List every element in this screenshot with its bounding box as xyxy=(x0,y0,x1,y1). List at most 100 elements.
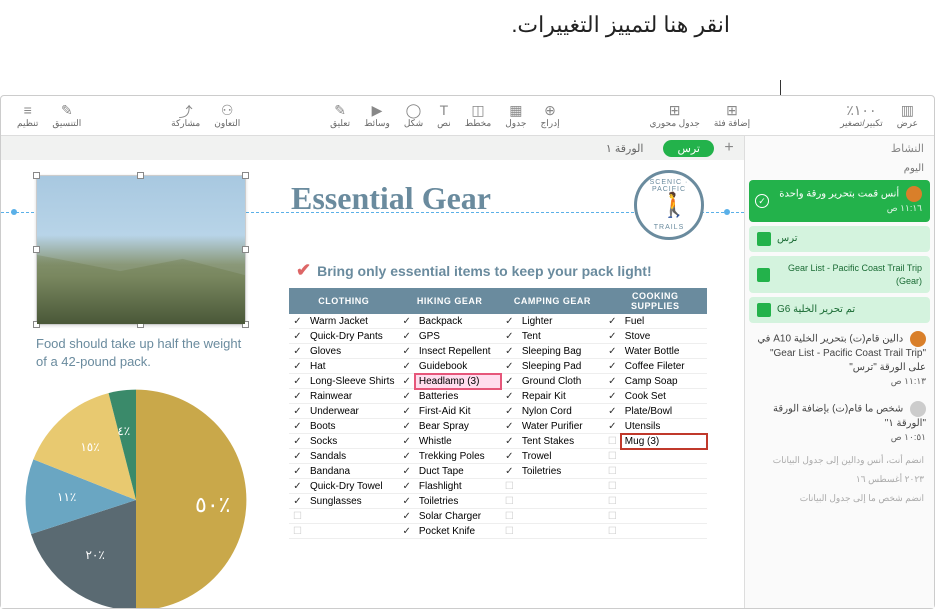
checkbox-cell[interactable]: ✓ xyxy=(501,434,518,449)
checkbox-cell[interactable]: ✓ xyxy=(398,359,414,374)
checkbox-cell[interactable]: ☐ xyxy=(604,494,621,509)
item-cell[interactable]: Plate/Bowl xyxy=(621,404,707,419)
item-cell[interactable]: Cook Set xyxy=(621,389,707,404)
activity-sheet-link[interactable]: ترس ‹ xyxy=(749,226,930,252)
item-cell[interactable]: Quick-Dry Towel xyxy=(306,479,399,494)
table-button[interactable]: ▦جدول xyxy=(499,102,532,129)
selection-handle[interactable] xyxy=(33,172,40,179)
checkbox-cell[interactable]: ✓ xyxy=(289,464,306,479)
checkbox-cell[interactable]: ☐ xyxy=(289,509,306,524)
checkbox-cell[interactable]: ✓ xyxy=(398,434,414,449)
text-button[interactable]: Tنص xyxy=(431,102,457,129)
item-cell[interactable]: Gloves xyxy=(306,344,399,359)
selection-handle[interactable] xyxy=(137,321,144,328)
gear-table[interactable]: CLOTHINGHIKING GEARCAMPING GEARCOOKING S… xyxy=(289,288,707,539)
checkbox-cell[interactable]: ✓ xyxy=(501,359,518,374)
item-cell[interactable]: Mug (3) xyxy=(621,434,707,449)
checkbox-cell[interactable]: ✓ xyxy=(398,419,414,434)
item-cell[interactable]: Sunglasses xyxy=(306,494,399,509)
item-cell[interactable]: Whistle xyxy=(415,434,501,449)
item-cell[interactable]: Coffee Fileter xyxy=(621,359,707,374)
add-category-button[interactable]: ⊞إضافة فئة xyxy=(708,102,756,129)
item-cell[interactable]: Sandals xyxy=(306,449,399,464)
item-cell[interactable]: Boots xyxy=(306,419,399,434)
item-cell[interactable]: Tent Stakes xyxy=(518,434,604,449)
checkbox-cell[interactable]: ✓ xyxy=(398,404,414,419)
item-cell[interactable] xyxy=(518,479,604,494)
hero-image[interactable] xyxy=(36,175,246,325)
checkbox-cell[interactable]: ✓ xyxy=(289,359,306,374)
item-cell[interactable]: Duct Tape xyxy=(415,464,501,479)
checkbox-cell[interactable]: ☐ xyxy=(604,464,621,479)
item-cell[interactable]: Bear Spray xyxy=(415,419,501,434)
selection-handle[interactable] xyxy=(242,321,249,328)
checkbox-cell[interactable]: ✓ xyxy=(604,389,621,404)
activity-item[interactable]: شخص ما قام(ت) بإضافة الورقة "الورقة ١" ١… xyxy=(745,395,934,451)
checkbox-cell[interactable]: ✓ xyxy=(604,419,621,434)
item-cell[interactable] xyxy=(306,524,399,539)
item-cell[interactable]: Quick-Dry Pants xyxy=(306,329,399,344)
item-cell[interactable]: Stove xyxy=(621,329,707,344)
item-cell[interactable]: Headlamp (3) xyxy=(415,374,501,389)
item-cell[interactable]: Bandana xyxy=(306,464,399,479)
checkbox-cell[interactable]: ☐ xyxy=(501,524,518,539)
item-cell[interactable]: First-Aid Kit xyxy=(415,404,501,419)
checkbox-cell[interactable]: ✓ xyxy=(604,404,621,419)
checkbox-cell[interactable]: ✓ xyxy=(501,419,518,434)
checkbox-cell[interactable]: ☐ xyxy=(501,509,518,524)
checkbox-cell[interactable]: ✓ xyxy=(398,449,414,464)
checkbox-cell[interactable]: ✓ xyxy=(398,329,414,344)
item-cell[interactable]: Pocket Knife xyxy=(415,524,501,539)
item-cell[interactable]: Trekking Poles xyxy=(415,449,501,464)
checkbox-cell[interactable]: ✓ xyxy=(289,389,306,404)
checkbox-cell[interactable]: ✓ xyxy=(398,389,414,404)
selection-handle[interactable] xyxy=(33,321,40,328)
checkbox-cell[interactable]: ✓ xyxy=(398,464,414,479)
activity-item-current[interactable]: أنس قمت بتحرير ورقة واحدة ١١:١٦ ص ✓ xyxy=(749,180,930,222)
item-cell[interactable] xyxy=(306,509,399,524)
checkbox-cell[interactable]: ✓ xyxy=(289,329,306,344)
item-cell[interactable] xyxy=(621,494,707,509)
checkbox-cell[interactable]: ✓ xyxy=(289,494,306,509)
item-cell[interactable] xyxy=(621,509,707,524)
item-cell[interactable]: Rainwear xyxy=(306,389,399,404)
item-cell[interactable]: Sleeping Pad xyxy=(518,359,604,374)
zoom-button[interactable]: ١٠٠٪تكبير/تصغير xyxy=(834,102,889,129)
checkbox-cell[interactable]: ✓ xyxy=(289,449,306,464)
media-button[interactable]: ▶وسائط xyxy=(358,102,396,129)
checkbox-cell[interactable]: ✓ xyxy=(604,329,621,344)
shape-button[interactable]: ◯شكل xyxy=(398,102,429,129)
sheet-tab[interactable]: الورقة ١ xyxy=(592,140,658,157)
item-cell[interactable]: Warm Jacket xyxy=(306,314,399,329)
selection-handle[interactable] xyxy=(242,246,249,253)
item-cell[interactable]: Repair Kit xyxy=(518,389,604,404)
item-cell[interactable]: Insect Repellent xyxy=(415,344,501,359)
item-cell[interactable]: Hat xyxy=(306,359,399,374)
organize-button[interactable]: ≡تنظيم xyxy=(11,102,44,129)
pivot-button[interactable]: ⊞جدول محوري xyxy=(643,102,705,129)
logo-badge[interactable]: SCENIC · PACIFIC 🚶 TRAILS xyxy=(634,170,704,240)
checkbox-cell[interactable]: ☐ xyxy=(604,479,621,494)
checkbox-cell[interactable]: ✓ xyxy=(604,359,621,374)
checkbox-cell[interactable]: ✓ xyxy=(398,314,414,329)
sheet-tab-active[interactable]: ترس xyxy=(663,140,714,157)
item-cell[interactable]: GPS xyxy=(415,329,501,344)
item-cell[interactable]: Ground Cloth xyxy=(518,374,604,389)
item-cell[interactable]: Batteries xyxy=(415,389,501,404)
checkbox-cell[interactable]: ✓ xyxy=(501,389,518,404)
activity-item[interactable]: دالين قام(ت) بتحرير الخلية A10 في "Gear … xyxy=(745,325,934,395)
checkbox-cell[interactable]: ✓ xyxy=(398,524,414,539)
checkbox-cell[interactable]: ✓ xyxy=(398,494,414,509)
item-cell[interactable] xyxy=(621,449,707,464)
item-cell[interactable] xyxy=(621,524,707,539)
checkbox-cell[interactable]: ✓ xyxy=(289,419,306,434)
item-cell[interactable]: Camp Soap xyxy=(621,374,707,389)
checkbox-cell[interactable]: ✓ xyxy=(501,464,518,479)
pie-chart[interactable]: ٥٠٪٢٠٪١١٪١٥٪٤٪ xyxy=(21,385,251,608)
checkbox-cell[interactable]: ✓ xyxy=(289,374,306,389)
checkbox-cell[interactable]: ✓ xyxy=(604,374,621,389)
checkbox-cell[interactable]: ✓ xyxy=(398,374,414,389)
selection-handle[interactable] xyxy=(242,172,249,179)
activity-cell-edit[interactable]: تم تحرير الخلية G6 xyxy=(749,297,930,323)
checkbox-cell[interactable]: ✓ xyxy=(501,314,518,329)
